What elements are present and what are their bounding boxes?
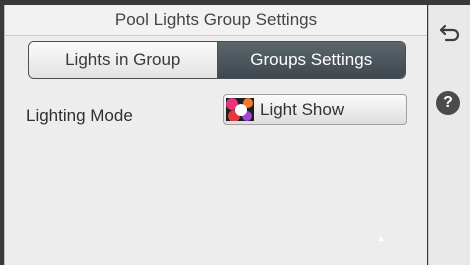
light-show-icon	[226, 98, 254, 121]
settings-panel: Pool Lights Group Settings Lights in Gro…	[4, 5, 427, 265]
lighting-mode-value: Light Show	[260, 99, 345, 119]
tab-groups-settings[interactable]: Groups Settings	[217, 42, 405, 78]
lighting-mode-button[interactable]: Light Show	[223, 94, 407, 125]
cursor-marker	[378, 236, 384, 241]
help-icon[interactable]: ?	[436, 91, 460, 115]
back-button[interactable]	[437, 22, 463, 44]
lighting-mode-label: Lighting Mode	[26, 106, 133, 125]
back-arrow-icon	[439, 24, 460, 42]
page-title: Pool Lights Group Settings	[5, 5, 427, 36]
tab-lights-in-group[interactable]: Lights in Group	[29, 42, 218, 78]
tab-bar: Lights in Group Groups Settings	[28, 41, 406, 79]
right-sidebar: ?	[428, 5, 470, 265]
